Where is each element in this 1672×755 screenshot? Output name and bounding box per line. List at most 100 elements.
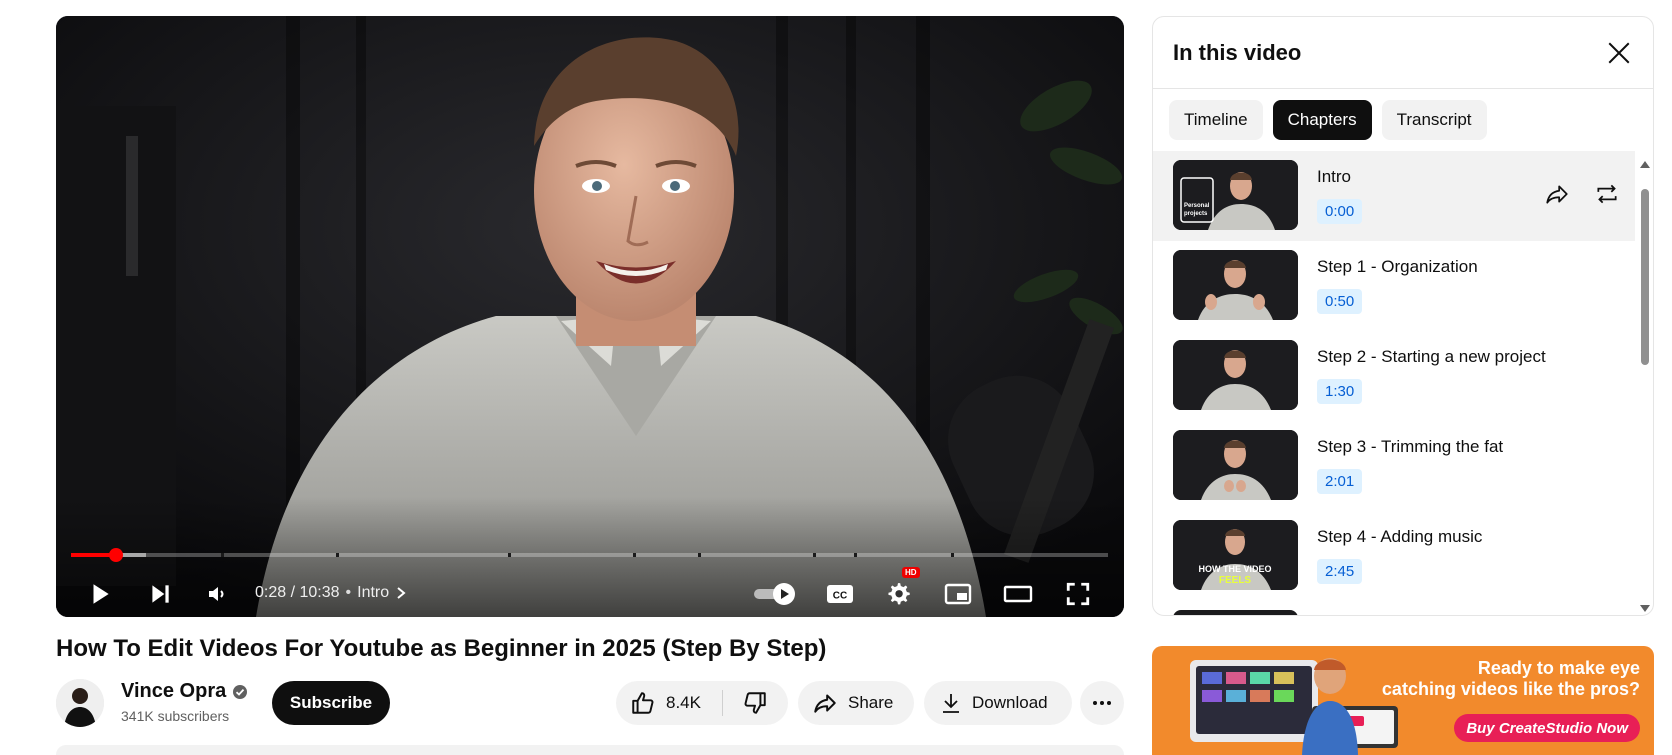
- current-chapter-label[interactable]: Intro: [357, 584, 389, 602]
- chapter-timestamp[interactable]: 2:45: [1317, 559, 1363, 584]
- like-button[interactable]: 8.4K: [616, 690, 722, 716]
- channel-name[interactable]: Vince Opra: [121, 680, 226, 703]
- chapter-info: Step 1 - Organization 0:50: [1317, 250, 1478, 314]
- chapter-timestamp[interactable]: 0:50: [1317, 289, 1363, 314]
- chapter-thumbnail: Personal projects: [1173, 160, 1298, 230]
- ad-headline: Ready to make eye catching videos like t…: [1360, 658, 1640, 700]
- chapter-info: Intro 0:00: [1317, 160, 1363, 224]
- tab-timeline[interactable]: Timeline: [1169, 100, 1263, 140]
- thumb-caption-2: projects: [1184, 211, 1208, 217]
- fullscreen-icon: [1066, 582, 1090, 606]
- dislike-button[interactable]: [723, 690, 787, 716]
- chapter-item[interactable]: Step 1 - Organization 0:50: [1153, 241, 1635, 331]
- chapter-thumbnail: HOW THE VIDEO FEELS: [1173, 520, 1298, 590]
- share-button[interactable]: Share: [798, 681, 914, 725]
- tab-chapters[interactable]: Chapters: [1272, 100, 1372, 140]
- channel-name-row[interactable]: Vince Opra: [121, 680, 248, 703]
- verified-icon: [233, 684, 248, 699]
- subscribe-button[interactable]: Subscribe: [272, 681, 390, 725]
- next-button[interactable]: [142, 576, 178, 612]
- thumbnail-image: [1173, 250, 1298, 320]
- separator-dot: •: [345, 584, 352, 601]
- time-display: 0:28 / 10:38 • Intro: [255, 584, 407, 602]
- panel-title: In this video: [1173, 39, 1302, 65]
- chapter-info: Step 3 - Trimming the fat 2:01: [1317, 430, 1503, 494]
- share-label: Share: [848, 693, 894, 712]
- share-icon: [814, 694, 836, 713]
- chapter-timestamp[interactable]: 2:01: [1317, 469, 1363, 494]
- ad-headline-line1: Ready to make eye: [1477, 658, 1640, 678]
- play-button[interactable]: [82, 576, 118, 612]
- chapter-info: Step 2 - Starting a new project 1:30: [1317, 340, 1546, 404]
- settings-button[interactable]: [880, 576, 916, 612]
- autoplay-icon: [754, 583, 795, 605]
- share-chapter-icon[interactable]: [1543, 181, 1571, 207]
- chapter-item[interactable]: Step 2 - Starting a new project 1:30: [1153, 331, 1635, 421]
- in-this-video-panel: In this video Timeline Chapters Transcri…: [1152, 16, 1654, 616]
- loop-chapter-icon[interactable]: [1593, 181, 1621, 207]
- chapter-actions: [1543, 181, 1621, 207]
- chapter-title: Step 2 - Starting a new project: [1317, 347, 1546, 366]
- description-box[interactable]: [56, 745, 1124, 755]
- scrollbar-thumb[interactable]: [1641, 189, 1649, 365]
- tab-transcript[interactable]: Transcript: [1381, 100, 1487, 140]
- chapter-title: Step 4 - Adding music: [1317, 527, 1483, 546]
- download-label: Download: [972, 693, 1048, 712]
- chapter-gap: [221, 553, 224, 557]
- chapter-title: Step 3 - Trimming the fat: [1317, 437, 1504, 456]
- subscriber-count: 341K subscribers: [121, 708, 230, 724]
- video-player[interactable]: 0:28 / 10:38 • Intro CC HD: [56, 16, 1124, 617]
- skip-next-icon: [152, 585, 169, 603]
- more-actions-button[interactable]: [1080, 681, 1124, 725]
- chapter-timestamp[interactable]: 0:00: [1317, 199, 1363, 224]
- chapter-gap: [336, 553, 339, 557]
- chapter-item[interactable]: HOW THE VIDEO FEELS Step 4 - Adding musi…: [1153, 511, 1635, 601]
- thumbnail-image: [1173, 430, 1298, 500]
- close-panel-button[interactable]: [1599, 33, 1639, 73]
- chapter-gap: [813, 553, 816, 557]
- panel-header: In this video: [1153, 17, 1653, 89]
- chapter-gap: [508, 553, 511, 557]
- mute-button[interactable]: [200, 576, 236, 612]
- captions-button[interactable]: CC: [822, 576, 858, 612]
- hd-badge: HD: [902, 567, 920, 578]
- thumb-caption-2: FEELS: [1219, 575, 1252, 586]
- miniplayer-icon: [944, 583, 972, 605]
- scrubber-handle[interactable]: [109, 548, 123, 562]
- scroll-down-arrow[interactable]: [1640, 605, 1650, 612]
- download-icon: [943, 694, 959, 713]
- chapter-scrollbar[interactable]: [1637, 151, 1651, 615]
- scroll-up-arrow[interactable]: [1640, 161, 1650, 168]
- chapter-title: Intro: [1317, 167, 1352, 186]
- like-count: 8.4K: [666, 693, 701, 712]
- thumb-caption-1: HOW THE VIDEO: [1198, 564, 1271, 574]
- ad-cta-button[interactable]: Buy CreateStudio Now: [1454, 714, 1640, 742]
- chapter-item[interactable]: [1153, 601, 1635, 615]
- sponsored-ad[interactable]: Ready to make eye catching videos like t…: [1152, 646, 1654, 755]
- chapter-list: Personal projects Intro 0:00 Step 1 - Or…: [1153, 151, 1635, 615]
- volume-icon: [209, 587, 224, 601]
- chapter-gap: [698, 553, 701, 557]
- progress-bar[interactable]: [71, 548, 1109, 562]
- download-button[interactable]: Download: [924, 681, 1072, 725]
- autoplay-toggle[interactable]: [750, 576, 800, 612]
- chapter-item[interactable]: Personal projects Intro 0:00: [1153, 151, 1635, 241]
- panel-tabs: Timeline Chapters Transcript: [1153, 89, 1653, 151]
- miniplayer-button[interactable]: [940, 576, 976, 612]
- time-readout: 0:28 / 10:38: [255, 584, 340, 601]
- cc-icon: CC: [827, 585, 853, 603]
- channel-avatar[interactable]: [56, 679, 104, 727]
- thumbnail-image: HOW THE VIDEO FEELS: [1173, 520, 1298, 590]
- theater-mode-button[interactable]: [1000, 576, 1036, 612]
- chevron-right-icon[interactable]: [395, 586, 407, 600]
- theater-icon: [1003, 585, 1033, 603]
- chapter-gap: [633, 553, 636, 557]
- video-title: How To Edit Videos For Youtube as Beginn…: [56, 635, 827, 662]
- chapter-thumbnail: [1173, 250, 1298, 320]
- thumbnail-image: Personal projects: [1173, 160, 1298, 230]
- fullscreen-button[interactable]: [1060, 576, 1096, 612]
- thumbnail-image: [1173, 340, 1298, 410]
- like-dislike-group: 8.4K: [616, 681, 788, 725]
- chapter-timestamp[interactable]: 1:30: [1317, 379, 1363, 404]
- chapter-item[interactable]: Step 3 - Trimming the fat 2:01: [1153, 421, 1635, 511]
